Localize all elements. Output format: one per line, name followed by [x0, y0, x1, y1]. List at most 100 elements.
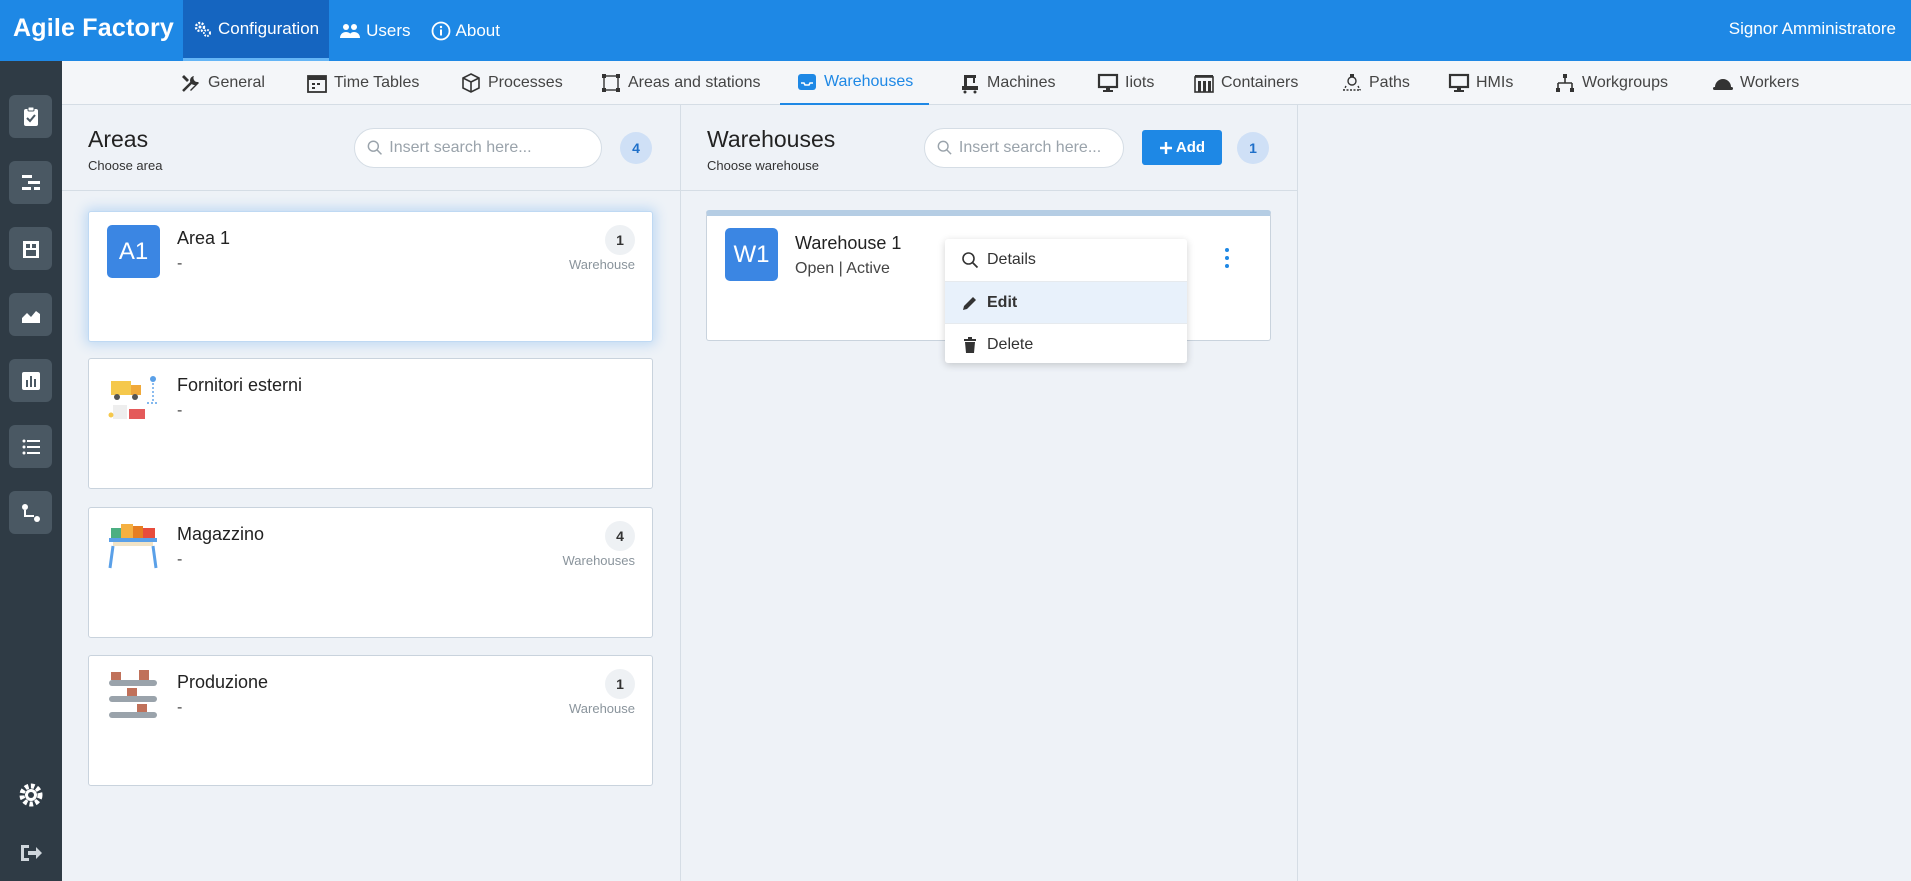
config-tabs: General Time Tables Processes Areas and … — [62, 61, 1911, 105]
warehouses-search-input[interactable] — [958, 139, 1123, 157]
warehouses-search[interactable] — [924, 128, 1124, 168]
tab-areas-and-stations[interactable]: Areas and stations — [600, 61, 761, 105]
tab-paths[interactable]: Paths — [1341, 61, 1410, 105]
add-warehouse-button[interactable]: Add — [1142, 130, 1222, 165]
warehouse-name: Warehouse 1 — [795, 233, 902, 253]
tab-paths-label: Paths — [1369, 74, 1410, 91]
tab-processes[interactable]: Processes — [460, 61, 563, 105]
tab-iiots-label: Iiots — [1125, 74, 1155, 91]
warehouses-header: Warehouses Choose warehouse Add 1 — [681, 105, 1297, 191]
search-icon — [367, 140, 382, 155]
areas-subtitle: Choose area — [88, 158, 163, 173]
tab-processes-label: Processes — [488, 74, 563, 91]
nav-users[interactable]: Users — [329, 0, 420, 61]
area-count-label: Warehouse — [569, 701, 635, 716]
sidebar-warehouse-button[interactable] — [9, 227, 52, 270]
tools-icon — [182, 75, 199, 92]
nav-configuration[interactable]: Configuration — [183, 0, 330, 61]
sidebar-flow-button[interactable] — [9, 161, 52, 204]
menu-item-details-label: Details — [987, 251, 1036, 268]
areas-title: Areas — [88, 126, 149, 152]
flow-chart-icon — [21, 174, 40, 190]
area-warehouse-count: 1 Warehouse — [569, 225, 635, 272]
sidebar-reports-button[interactable] — [9, 359, 52, 402]
sidebar-paths-button[interactable] — [9, 491, 52, 534]
tab-iiots[interactable]: Iiots — [1097, 61, 1154, 105]
add-button-label: Add — [1175, 139, 1206, 156]
area-description: - — [177, 402, 183, 419]
tab-workgroups[interactable]: Workgroups — [1554, 61, 1668, 105]
menu-item-details[interactable]: Details — [945, 239, 1187, 281]
search-icon — [962, 252, 979, 269]
area-count-number: 1 — [605, 669, 635, 699]
truck-illustration — [108, 376, 159, 419]
app-title[interactable]: Agile Factory — [13, 14, 174, 43]
warehouse-status: Open | Active — [795, 260, 890, 277]
area-name: Fornitori esterni — [177, 375, 303, 395]
menu-item-edit[interactable]: Edit — [945, 281, 1187, 323]
kebab-menu-icon[interactable] — [1220, 246, 1234, 270]
menu-item-edit-label: Edit — [987, 293, 1018, 311]
area-count-label: Warehouses — [562, 553, 636, 568]
area-card[interactable]: Produzione - 1 Warehouse — [88, 655, 653, 786]
gears-icon — [194, 21, 211, 37]
area-card[interactable]: Fornitori esterni - — [88, 358, 653, 489]
warehouses-count-badge: 1 — [1237, 132, 1269, 164]
tab-machines[interactable]: Machines — [959, 61, 1055, 105]
top-bar: Agile Factory Configuration Users About … — [0, 0, 1911, 61]
bar-chart-icon — [21, 371, 40, 390]
route-icon — [21, 503, 40, 522]
sidebar — [0, 61, 62, 881]
area-description: - — [177, 255, 183, 272]
tab-workers[interactable]: Workers — [1712, 61, 1799, 105]
containers-icon — [1194, 75, 1214, 93]
plus-icon — [1159, 141, 1172, 154]
sidebar-production-button[interactable] — [9, 293, 52, 336]
areas-search-input[interactable] — [389, 139, 601, 157]
nav-users-label: Users — [366, 20, 411, 40]
area-description: - — [177, 699, 183, 716]
area-icon — [602, 74, 620, 92]
user-name[interactable]: Signor Amministratore — [1729, 19, 1896, 39]
area-name: Produzione — [177, 672, 269, 692]
logout-button[interactable] — [16, 838, 46, 868]
path-icon — [1343, 74, 1361, 91]
search-icon — [937, 140, 952, 155]
warehouse-context-menu: Details Edit Delete — [945, 239, 1187, 363]
tab-general[interactable]: General — [180, 61, 265, 105]
nav-configuration-label: Configuration — [218, 19, 320, 38]
area-description: - — [177, 551, 183, 568]
tab-areas-and-stations-label: Areas and stations — [628, 74, 761, 91]
tab-warehouses[interactable]: Warehouses — [780, 61, 930, 105]
menu-item-delete[interactable]: Delete — [945, 323, 1187, 365]
settings-button[interactable] — [16, 780, 46, 810]
tab-time-tables[interactable]: Time Tables — [306, 61, 419, 105]
sidebar-tasks-button[interactable] — [9, 95, 52, 138]
pencil-icon — [963, 296, 976, 310]
sidebar-list-button[interactable] — [9, 425, 52, 468]
tab-time-tables-label: Time Tables — [334, 74, 420, 91]
nav-about[interactable]: About — [421, 0, 510, 61]
tab-containers[interactable]: Containers — [1193, 61, 1298, 105]
clipboard-check-icon — [23, 106, 38, 126]
tab-general-label: General — [208, 74, 265, 91]
warehouses-panel: Warehouses Choose warehouse Add 1 W1 War… — [681, 105, 1298, 881]
warehouse-avatar: W1 — [725, 228, 778, 281]
info-icon — [431, 21, 450, 40]
area-avatar: A1 — [107, 225, 160, 278]
shelf-illustration — [108, 524, 158, 569]
cube-icon — [462, 73, 480, 93]
area-name: Area 1 — [177, 228, 231, 248]
helmet-icon — [1713, 79, 1733, 90]
top-nav: Configuration Users About — [183, 0, 510, 61]
area-card[interactable]: A1 Area 1 - 1 Warehouse — [88, 211, 653, 342]
areas-search[interactable] — [354, 128, 602, 168]
warehouses-subtitle: Choose warehouse — [707, 158, 820, 173]
area-card[interactable]: Magazzino - 4 Warehouses — [88, 507, 653, 638]
warehouse-icon — [22, 240, 39, 258]
area-name: Magazzino — [177, 524, 265, 544]
tab-hmis[interactable]: HMIs — [1448, 61, 1513, 105]
areas-panel: Areas Choose area 4 A1 Area 1 - 1 Wareho… — [62, 105, 681, 881]
area-count-number: 4 — [605, 521, 635, 551]
tab-machines-label: Machines — [987, 74, 1056, 91]
